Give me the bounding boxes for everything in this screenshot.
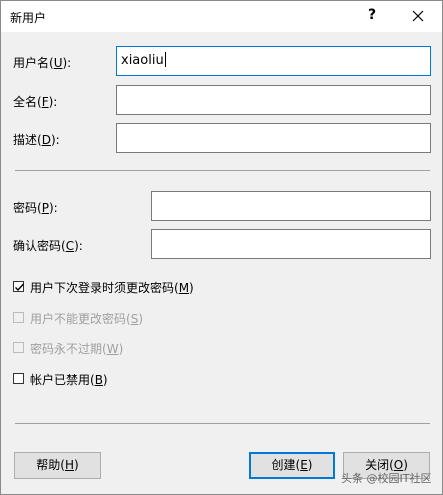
description-label: 描述(D):	[13, 133, 60, 147]
username-value: xiaoliu	[121, 53, 164, 68]
username-input[interactable]: xiaoliu	[116, 46, 431, 76]
close-icon[interactable]	[406, 4, 430, 28]
must-change-password-label: 用户下次登录时须更改密码(M)	[30, 281, 194, 295]
checkbox-disabled-icon	[13, 342, 24, 353]
watermark-text: 头条 @校园IT社区	[341, 472, 432, 485]
account-disabled-label: 帐户已禁用(B)	[30, 373, 108, 387]
text-caret	[164, 52, 166, 67]
cannot-change-password-label: 用户不能更改密码(S)	[30, 312, 143, 326]
footer-divider	[15, 423, 430, 424]
section-divider	[15, 170, 430, 171]
password-label: 密码(P):	[13, 201, 58, 215]
title-bar: 新用户 ?	[1, 1, 442, 32]
checkbox-unchecked-icon[interactable]	[13, 373, 24, 384]
password-never-expires-label: 密码永不过期(W)	[30, 342, 124, 356]
create-button[interactable]: 创建(E)	[249, 452, 335, 479]
checkbox-disabled-icon	[13, 312, 24, 323]
password-input[interactable]	[151, 191, 431, 221]
fullname-label: 全名(F):	[13, 95, 58, 109]
confirm-password-label: 确认密码(C):	[13, 239, 83, 253]
description-input[interactable]	[116, 123, 431, 153]
username-label: 用户名(U):	[13, 56, 72, 70]
new-user-dialog: 新用户 ? 用户名(U): xiaoliu 全名(F): 描述(D): 密码(P…	[0, 0, 443, 495]
help-question-icon[interactable]: ?	[368, 7, 376, 23]
confirm-password-input[interactable]	[151, 229, 431, 259]
help-button[interactable]: 帮助(H)	[14, 452, 101, 479]
dialog-title: 新用户	[10, 11, 47, 25]
fullname-input[interactable]	[116, 85, 431, 115]
checkbox-checked-icon[interactable]	[13, 281, 25, 292]
